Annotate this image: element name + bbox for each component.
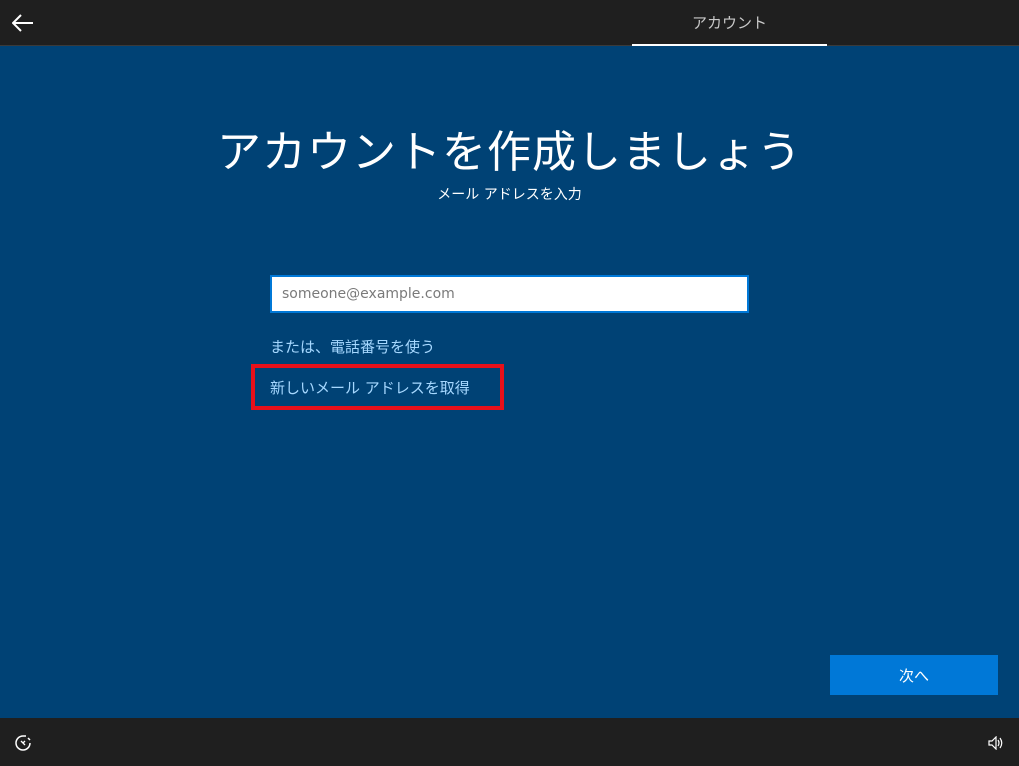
highlight-box: 新しいメール アドレスを取得 [251, 364, 504, 410]
bottom-bar [0, 718, 1019, 766]
page-title: アカウントを作成しましょう [217, 127, 802, 178]
back-arrow-icon [12, 14, 33, 32]
tab-account-label: アカウント [691, 14, 767, 32]
page-subtitle: メール アドレスを入力 [437, 187, 582, 203]
email-field[interactable] [270, 275, 749, 313]
ease-of-access-icon [15, 735, 31, 751]
next-button-label: 次へ [898, 666, 929, 685]
back-button[interactable] [8, 8, 38, 38]
top-bar: アカウント [0, 0, 1019, 46]
volume-button[interactable] [985, 732, 1007, 754]
volume-icon [988, 736, 1003, 750]
tab-account: アカウント [632, 0, 827, 46]
next-button[interactable]: 次へ [830, 655, 998, 695]
ease-of-access-button[interactable] [12, 732, 34, 754]
main-content: アカウントを作成しましょう メール アドレスを入力 または、電話番号を使う 新し… [0, 46, 1019, 718]
use-phone-link[interactable]: または、電話番号を使う [270, 336, 435, 357]
get-new-email-link[interactable]: 新しいメール アドレスを取得 [270, 377, 470, 398]
